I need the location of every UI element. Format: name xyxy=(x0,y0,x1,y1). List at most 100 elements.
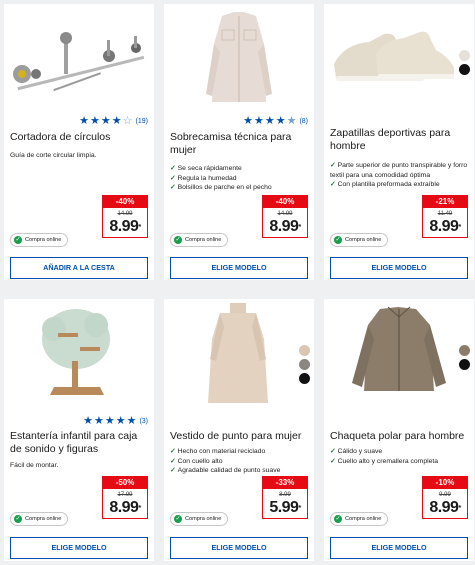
feature-item: Agradable calidad de punto suave xyxy=(170,466,308,476)
color-swatches xyxy=(459,50,470,75)
discount-badge: -40% xyxy=(103,196,147,208)
discount-badge: -21% xyxy=(423,196,467,208)
feature-item: Bolsillos de parche en el pecho xyxy=(170,183,308,193)
star-icon: ★ xyxy=(126,415,137,427)
product-image[interactable] xyxy=(324,4,474,109)
check-circle-icon: ✓ xyxy=(334,236,342,244)
feature-item: Parte superior de punto transpirable y f… xyxy=(330,161,468,180)
online-badge: ✓ Compra online xyxy=(170,233,229,247)
check-circle-icon: ✓ xyxy=(174,236,182,244)
check-circle-icon: ✓ xyxy=(14,515,22,523)
price-box: -33% 8.99 5.99* xyxy=(262,476,308,519)
feature-item: Cuello alto y cremallera completa xyxy=(330,457,468,467)
online-badge: ✓ Compra online xyxy=(10,512,69,526)
product-title[interactable]: Vestido de punto para mujer xyxy=(170,430,308,443)
color-swatch-beige[interactable] xyxy=(299,345,310,356)
star-icon: ★ xyxy=(100,115,111,127)
choose-model-button[interactable]: ELIGE MODELO xyxy=(170,257,308,279)
product-image[interactable] xyxy=(164,299,314,404)
feature-item: Regula la humedad xyxy=(170,174,308,184)
price-box: -40% 14.99 8.99* xyxy=(262,195,308,238)
product-description: Fácil de montar. xyxy=(10,462,59,469)
price-box: -10% 9.99 8.99* xyxy=(422,476,468,519)
color-swatch-black[interactable] xyxy=(299,373,310,384)
star-icon: ★ xyxy=(115,415,126,427)
feature-item: Hecho con material reciclado xyxy=(170,447,308,457)
product-title[interactable]: Chaqueta polar para hombre xyxy=(330,430,468,443)
star-icon: ★ xyxy=(90,115,100,127)
feature-item: Cálido y suave xyxy=(330,447,468,457)
product-title[interactable]: Zapatillas deportivas para hombre xyxy=(330,127,468,153)
feature-item: Se seca rápidamente xyxy=(170,164,308,174)
star-icon: ★ xyxy=(264,115,275,127)
product-image[interactable] xyxy=(4,299,154,404)
product-image[interactable] xyxy=(164,4,314,109)
product-image[interactable] xyxy=(324,299,474,404)
product-card-kids-shelf[interactable]: ★ ★ ★ ★ ★ (3) Estantería infantil para c… xyxy=(4,299,154,561)
current-price: 5.99* xyxy=(269,499,301,516)
color-swatch-beige[interactable] xyxy=(459,50,470,61)
old-price: 14.99 xyxy=(277,211,293,217)
star-icon: ★ xyxy=(93,415,104,427)
star-icon: ★ xyxy=(83,415,93,427)
star-rating[interactable]: ★ ★ ★ ★ ☆ (19) xyxy=(79,116,148,127)
color-swatch-brown[interactable] xyxy=(459,345,470,356)
current-price: 8.99* xyxy=(429,499,461,516)
product-grid: ★ ★ ★ ★ ☆ (19) Cortadora de círculos Guí… xyxy=(0,0,475,565)
online-badge: ✓ Compra online xyxy=(10,233,69,247)
online-badge: ✓ Compra online xyxy=(170,512,229,526)
color-swatch-black[interactable] xyxy=(459,359,470,370)
discount-badge: -33% xyxy=(263,477,307,489)
check-circle-icon: ✓ xyxy=(334,515,342,523)
choose-model-button[interactable]: ELIGE MODELO xyxy=(10,537,148,559)
feature-item: Con cuello alto xyxy=(170,457,308,467)
current-price: 8.99* xyxy=(109,218,141,235)
rating-count: (19) xyxy=(135,118,148,125)
star-icon: ★ xyxy=(253,115,264,127)
color-swatch-grey[interactable] xyxy=(299,359,310,370)
current-price: 8.99* xyxy=(269,218,301,235)
star-rating[interactable]: ★ ★ ★ ★ ★ (3) xyxy=(83,416,148,427)
price-box: -21% 11.49 8.99* xyxy=(422,195,468,238)
star-rating[interactable]: ★ ★ ★ ★ ★ (8) xyxy=(243,116,308,127)
star-icon: ★ xyxy=(79,115,90,127)
choose-model-button[interactable]: ELIGE MODELO xyxy=(330,257,468,279)
rating-count: (8) xyxy=(299,118,308,125)
rating-count: (3) xyxy=(139,418,148,425)
product-title[interactable]: Estantería infantil para caja de sonido … xyxy=(10,430,148,456)
check-circle-icon: ✓ xyxy=(14,236,22,244)
choose-model-button[interactable]: ELIGE MODELO xyxy=(170,537,308,559)
old-price: 17.99 xyxy=(117,492,133,498)
current-price: 8.99* xyxy=(429,218,461,235)
product-image[interactable] xyxy=(4,4,154,109)
discount-badge: -10% xyxy=(423,477,467,489)
check-circle-icon: ✓ xyxy=(174,515,182,523)
star-icon: ★ xyxy=(275,115,286,127)
product-card-knit-dress[interactable]: Vestido de punto para mujer Hecho con ma… xyxy=(164,299,314,561)
price-box: -40% 14.99 8.99* xyxy=(102,195,148,238)
star-icon: ★ xyxy=(104,415,115,427)
product-title[interactable]: Sobrecamisa técnica para mujer xyxy=(170,131,308,157)
online-badge: ✓ Compra online xyxy=(330,233,389,247)
product-card-sneakers[interactable]: Zapatillas deportivas para hombre Parte … xyxy=(324,4,474,280)
product-title[interactable]: Cortadora de círculos xyxy=(10,131,148,144)
color-swatches xyxy=(459,345,470,370)
product-card-overshirt[interactable]: ★ ★ ★ ★ ★ (8) Sobrecamisa técnica para m… xyxy=(164,4,314,280)
product-card-circle-cutter[interactable]: ★ ★ ★ ★ ☆ (19) Cortadora de círculos Guí… xyxy=(4,4,154,280)
discount-badge: -50% xyxy=(103,477,147,489)
feature-list: Cálido y suave Cuello alto y cremallera … xyxy=(330,447,468,466)
star-empty-icon: ☆ xyxy=(122,115,133,127)
product-description: Guía de corte circular limpia. xyxy=(10,152,97,159)
color-swatch-black[interactable] xyxy=(459,64,470,75)
old-price: 11.49 xyxy=(437,211,453,217)
old-price: 9.99 xyxy=(439,492,451,498)
old-price: 14.99 xyxy=(117,211,133,217)
online-badge: ✓ Compra online xyxy=(330,512,389,526)
feature-item: Con plantilla preformada extraíble xyxy=(330,180,468,190)
choose-model-button[interactable]: ELIGE MODELO xyxy=(330,537,468,559)
add-to-cart-button[interactable]: AÑADIR A LA CESTA xyxy=(10,257,148,279)
feature-list: Hecho con material reciclado Con cuello … xyxy=(170,447,308,476)
star-icon: ★ xyxy=(243,115,253,127)
product-card-fleece-jacket[interactable]: Chaqueta polar para hombre Cálido y suav… xyxy=(324,299,474,561)
price-box: -50% 17.99 8.99* xyxy=(102,476,148,519)
